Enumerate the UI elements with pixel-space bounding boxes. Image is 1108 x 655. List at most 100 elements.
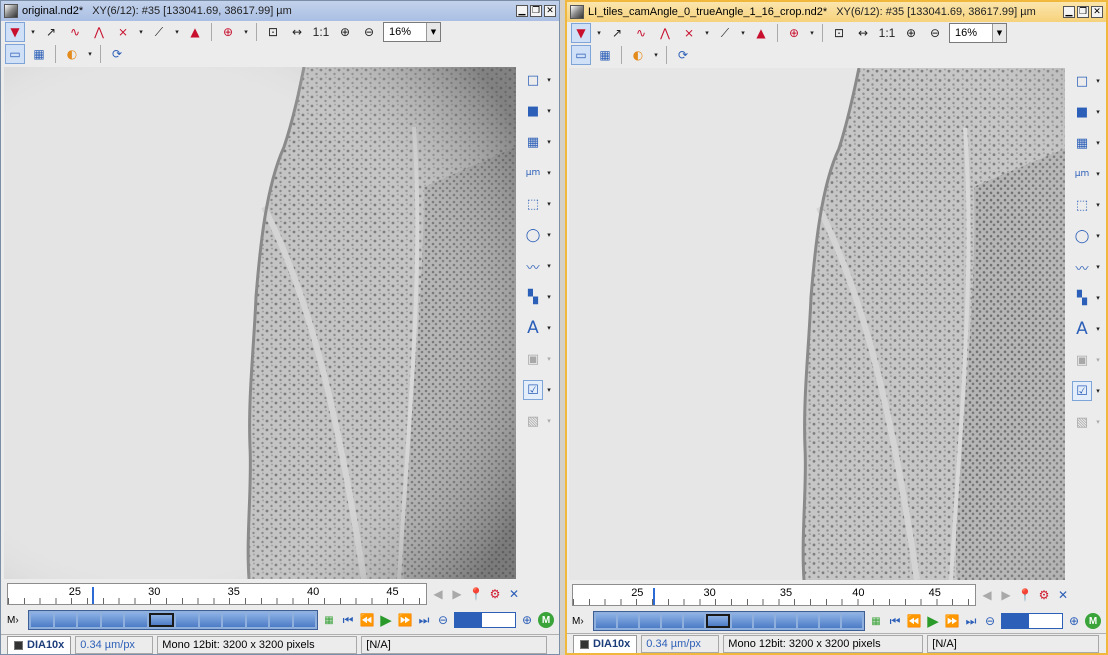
- curve-icon[interactable]: ⋀: [89, 22, 109, 42]
- side-tool[interactable]: ▚ ▾: [1067, 285, 1107, 311]
- play-icon[interactable]: ▶: [925, 612, 941, 630]
- side-tool[interactable]: µm ▾: [1067, 161, 1107, 187]
- ellipse-icon[interactable]: ◯: [523, 225, 543, 245]
- first-frame-icon[interactable]: ⏮: [340, 611, 356, 629]
- arrow-tool-icon[interactable]: ↗: [607, 23, 627, 43]
- chevron-down-icon[interactable]: ▾: [545, 200, 553, 208]
- gamma-icon[interactable]: ⟋: [715, 23, 735, 43]
- chevron-down-icon[interactable]: ▾: [545, 324, 553, 332]
- zoom-select[interactable]: 16% ▼: [383, 22, 441, 42]
- title-bar[interactable]: original.nd2* XY(6/12): #35 [133041.69, …: [1, 1, 559, 21]
- scale-bar-icon[interactable]: µm: [523, 163, 543, 183]
- single-view-icon[interactable]: ▭: [571, 45, 591, 65]
- chevron-down-icon[interactable]: ▾: [1094, 139, 1102, 147]
- speed-slider[interactable]: [1001, 613, 1063, 629]
- reset-lut-icon[interactable]: ⨯: [113, 22, 133, 42]
- frame-cell[interactable]: [732, 614, 752, 628]
- chevron-down-icon[interactable]: ▾: [1094, 201, 1102, 209]
- frame-cell[interactable]: [54, 613, 76, 627]
- crop-icon[interactable]: ⬚: [523, 194, 543, 214]
- add-overlay-icon[interactable]: ⊕: [784, 23, 804, 43]
- zoom-1to1-button[interactable]: 1:1: [311, 22, 331, 42]
- zoom-in-icon[interactable]: ⊕: [901, 23, 921, 43]
- zoom-select[interactable]: 16% ▼: [949, 23, 1007, 43]
- frame-cell[interactable]: [706, 614, 730, 628]
- close-timeline-icon[interactable]: ✕: [506, 585, 522, 603]
- fit-width-icon[interactable]: ↔: [287, 22, 307, 42]
- chevron-down-icon[interactable]: ▾: [1094, 325, 1102, 333]
- lut-on-icon[interactable]: ▼: [571, 23, 591, 43]
- side-tool[interactable]: ■ ▾: [518, 98, 558, 124]
- chevron-down-icon[interactable]: ▾: [545, 169, 553, 177]
- fit-to-screen-icon[interactable]: ⊡: [263, 22, 283, 42]
- m-badge-icon[interactable]: M: [1085, 613, 1101, 629]
- channel-settings-icon[interactable]: ▲: [751, 23, 771, 43]
- frame-cell[interactable]: [223, 613, 245, 627]
- overlay-icon[interactable]: ☑: [1072, 381, 1092, 401]
- text-icon[interactable]: A: [523, 318, 543, 338]
- film-icon[interactable]: ▦: [868, 612, 884, 630]
- chevron-down-icon[interactable]: ▾: [545, 138, 553, 146]
- chevron-down-icon[interactable]: ▾: [739, 29, 747, 37]
- auto-lut-icon[interactable]: ∿: [65, 22, 85, 42]
- chevron-down-icon[interactable]: ▾: [545, 76, 553, 84]
- marker-pin-icon[interactable]: 📍: [468, 585, 484, 603]
- play-icon[interactable]: ▶: [378, 611, 394, 629]
- frame-cell[interactable]: [31, 613, 53, 627]
- side-tool[interactable]: ☑ ▾: [1067, 378, 1107, 404]
- chevron-down-icon[interactable]: ▾: [595, 29, 603, 37]
- zoom-1to1-button[interactable]: 1:1: [877, 23, 897, 43]
- zoom-out-icon[interactable]: ⊖: [925, 23, 945, 43]
- filled-rectangle-icon[interactable]: ■: [523, 101, 543, 121]
- chevron-down-icon[interactable]: ▼: [992, 24, 1006, 42]
- filled-rectangle-icon[interactable]: ■: [1072, 102, 1092, 122]
- chevron-down-icon[interactable]: ▾: [86, 50, 94, 58]
- restore-button[interactable]: ❐: [530, 5, 542, 17]
- image-viewport[interactable]: [569, 68, 1065, 580]
- auto-lut-icon[interactable]: ∿: [631, 23, 651, 43]
- side-tool[interactable]: 〰 ▾: [518, 253, 558, 279]
- crop-icon[interactable]: ⬚: [1072, 195, 1092, 215]
- side-tool[interactable]: ▦ ▾: [518, 129, 558, 155]
- chevron-down-icon[interactable]: ▾: [1094, 108, 1102, 116]
- side-tool[interactable]: ☑ ▾: [518, 377, 558, 403]
- last-frame-icon[interactable]: ⏭: [416, 611, 432, 629]
- title-bar[interactable]: LI_tiles_camAngle_0_trueAngle_1_16_crop.…: [567, 2, 1106, 22]
- close-button[interactable]: ✕: [1091, 6, 1103, 18]
- fit-to-screen-icon[interactable]: ⊡: [829, 23, 849, 43]
- film-icon[interactable]: ▦: [321, 611, 337, 629]
- side-tool[interactable]: ▚ ▾: [518, 284, 558, 310]
- frame-strip[interactable]: [28, 610, 318, 630]
- chevron-down-icon[interactable]: ▾: [545, 386, 553, 394]
- frame-cell[interactable]: [293, 613, 315, 627]
- frame-cell[interactable]: [125, 613, 147, 627]
- frame-cell[interactable]: [78, 613, 100, 627]
- wave-icon[interactable]: 〰: [523, 256, 543, 276]
- tile-view-icon[interactable]: ▦: [29, 44, 49, 64]
- prev-frame-icon[interactable]: ⏪: [359, 611, 375, 629]
- side-tool[interactable]: µm ▾: [518, 160, 558, 186]
- chevron-down-icon[interactable]: ▾: [1094, 387, 1102, 395]
- side-tool[interactable]: A ▾: [1067, 316, 1107, 342]
- rectangle-icon[interactable]: □: [1072, 71, 1092, 91]
- prev-frame-icon[interactable]: ⏪: [906, 612, 922, 630]
- close-timeline-icon[interactable]: ✕: [1055, 586, 1071, 604]
- scale-bar-icon[interactable]: µm: [1072, 164, 1092, 184]
- side-tool[interactable]: □ ▾: [1067, 68, 1107, 94]
- frame-cell[interactable]: [640, 614, 660, 628]
- chevron-down-icon[interactable]: ▾: [1094, 263, 1102, 271]
- frame-cell[interactable]: [754, 614, 774, 628]
- first-frame-icon[interactable]: ⏮: [887, 612, 903, 630]
- zoom-out-icon[interactable]: ⊖: [359, 22, 379, 42]
- minimize-button[interactable]: ▁: [1063, 6, 1075, 18]
- chevron-down-icon[interactable]: ▾: [545, 231, 553, 239]
- frame-cell[interactable]: [176, 613, 198, 627]
- refresh-icon[interactable]: ⟳: [673, 45, 693, 65]
- frame-cell[interactable]: [270, 613, 292, 627]
- curve-icon[interactable]: ⋀: [655, 23, 675, 43]
- ellipse-icon[interactable]: ◯: [1072, 226, 1092, 246]
- chevron-down-icon[interactable]: ▾: [1094, 170, 1102, 178]
- side-tool[interactable]: ◯ ▾: [518, 222, 558, 248]
- channel-settings-icon[interactable]: ▲: [185, 22, 205, 42]
- chevron-down-icon[interactable]: ▼: [426, 23, 440, 41]
